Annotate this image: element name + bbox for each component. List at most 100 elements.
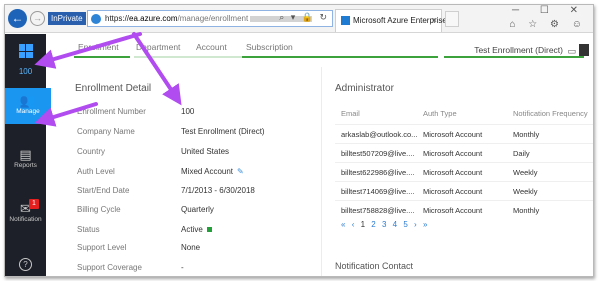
status-text: Active xyxy=(181,225,203,234)
next-page-button[interactable]: › xyxy=(414,220,417,229)
detail-label: Company Name xyxy=(77,127,135,136)
detail-value: None xyxy=(181,243,201,252)
browser-tool-icons[interactable]: ⌂ ☆ ⚙ ☺ xyxy=(509,19,587,30)
enrollment-detail-title: Enrollment Detail xyxy=(75,83,152,94)
browser-tab[interactable]: Microsoft Azure Enterprise ... × xyxy=(335,9,456,32)
detail-label: Country xyxy=(77,147,106,156)
detail-value-auth: Mixed Account ✎ xyxy=(181,167,244,176)
user-icon[interactable] xyxy=(579,44,589,56)
tab-enrollment[interactable]: Enrollment xyxy=(78,42,119,52)
table-row[interactable]: billtest507209@live.... Microsoft Account… xyxy=(335,143,593,161)
table-row[interactable]: billtest622986@live.... Microsoft Account… xyxy=(335,162,593,180)
page-4[interactable]: 4 xyxy=(393,220,397,229)
cell-frequency: Monthly xyxy=(513,206,540,215)
tab-close-icon[interactable]: × xyxy=(432,15,437,25)
forward-button[interactable]: → xyxy=(30,11,45,26)
nav-help[interactable]: ? xyxy=(5,258,46,276)
back-button[interactable]: ← xyxy=(8,9,27,28)
detail-label: Auth Level xyxy=(77,167,115,176)
status-active-icon xyxy=(206,227,212,233)
nav-notification-label: Notification xyxy=(9,216,42,223)
cell-email: billtest714069@live.... xyxy=(341,187,415,196)
url-scheme: https:// xyxy=(105,14,130,23)
page-5[interactable]: 5 xyxy=(403,220,407,229)
first-page-button[interactable]: « xyxy=(341,220,345,229)
address-bar[interactable]: https://ea.azure.com/manage/enrollment ⌕… xyxy=(87,10,333,27)
pencil-icon[interactable]: ✎ xyxy=(237,167,244,176)
cell-frequency: Daily xyxy=(513,149,530,158)
url-path: /manage/enrollment xyxy=(177,14,249,23)
envelope-icon: ✉ xyxy=(20,201,31,216)
col-email[interactable]: Email xyxy=(341,109,360,118)
cell-auth: Microsoft Account xyxy=(423,187,483,196)
pagination: « ‹ 1 2 3 4 5 › » xyxy=(341,220,431,229)
reports-icon: ▤ xyxy=(19,147,32,162)
people-icon: 👥 xyxy=(19,93,37,108)
tab-account[interactable]: Account xyxy=(196,42,227,52)
nav-reports[interactable]: ▤ Reports xyxy=(5,148,46,178)
detail-label: Enrollment Number xyxy=(77,107,146,116)
azure-tab-icon xyxy=(341,16,350,25)
detail-row: Auth Level Mixed Account ✎ xyxy=(77,167,317,179)
tab-department-underline xyxy=(134,56,204,58)
cell-email: billtest507209@live.... xyxy=(341,149,415,158)
detail-row: Start/End Date 7/1/2013 - 6/30/2018 xyxy=(77,186,317,198)
page-3[interactable]: 3 xyxy=(382,220,386,229)
nav-reports-label: Reports xyxy=(14,162,37,169)
ie-site-icon xyxy=(91,14,101,24)
detail-value: United States xyxy=(181,147,230,156)
tab-title: Microsoft Azure Enterprise ... xyxy=(353,16,456,25)
col-notification-frequency[interactable]: Notification Frequency xyxy=(513,109,588,118)
nav-notification[interactable]: ✉ 1 Notification xyxy=(5,199,46,232)
detail-row: Support Level None xyxy=(77,243,317,255)
tab-subscription[interactable]: Subscription xyxy=(246,42,293,52)
table-row[interactable]: billtest714069@live.... Microsoft Account… xyxy=(335,181,593,199)
tab-enrollment-underline xyxy=(74,56,130,58)
enrollment-selector[interactable]: Test Enrollment (Direct) xyxy=(474,45,563,55)
table-row[interactable]: arkaslab@outlook.co... Microsoft Account M… xyxy=(335,124,593,142)
tab-department[interactable]: Department xyxy=(136,42,180,52)
page-2[interactable]: 2 xyxy=(371,220,375,229)
detail-row: Billing Cycle Quarterly xyxy=(77,205,317,217)
detail-label: Support Coverage xyxy=(77,263,142,272)
detail-value: Test Enrollment (Direct) xyxy=(181,127,265,136)
cell-frequency: Weekly xyxy=(513,168,538,177)
col-auth-type[interactable]: Auth Type xyxy=(423,109,457,118)
detail-row: Country United States xyxy=(77,147,317,159)
address-bar-icons[interactable]: ⌕ ▾ 🔒 ↻ xyxy=(279,12,329,23)
top-tab-bar: Enrollment Department Account Subscripti… xyxy=(46,34,593,61)
cell-email: billtest622986@live.... xyxy=(341,168,415,177)
table-row[interactable]: billtest758828@live.... Microsoft Account… xyxy=(335,200,593,218)
detail-value: 7/1/2013 - 6/30/2018 xyxy=(181,186,255,195)
cell-auth: Microsoft Account xyxy=(423,130,483,139)
notification-contact-title: Notification Contact xyxy=(335,261,414,271)
nav-manage-label: Manage xyxy=(16,108,40,115)
prev-page-button[interactable]: ‹ xyxy=(352,220,355,229)
detail-value: 100 xyxy=(181,107,195,116)
detail-row: Support Coverage - xyxy=(77,263,317,275)
detail-label: Status xyxy=(77,225,100,234)
chat-icon[interactable]: ▭ xyxy=(567,46,576,57)
detail-value-status: Active xyxy=(181,225,212,234)
detail-row: Status Active xyxy=(77,225,317,237)
notification-badge: 1 xyxy=(29,199,39,209)
window-controls[interactable]: ─ ☐ ✕ xyxy=(512,5,587,16)
administrator-panel: Administrator Email Auth Type Notificati… xyxy=(335,69,593,276)
nav-home[interactable]: 100 xyxy=(5,38,46,82)
last-page-button[interactable]: » xyxy=(423,220,427,229)
enrollment-number-label: 100 xyxy=(18,67,33,76)
panel-divider xyxy=(321,67,322,276)
cell-auth: Microsoft Account xyxy=(423,206,483,215)
page-1[interactable]: 1 xyxy=(361,220,365,229)
cell-email: billtest758828@live.... xyxy=(341,206,415,215)
tab-subscription-underline xyxy=(242,56,438,58)
detail-label: Billing Cycle xyxy=(77,205,121,214)
url-host: ea.azure.com xyxy=(129,14,178,23)
detail-row: Enrollment Number 100 xyxy=(77,107,317,119)
left-nav: 100 👥 Manage ▤ Reports ✉ 1 Notification … xyxy=(5,34,51,276)
nav-manage[interactable]: 👥 Manage xyxy=(5,88,51,124)
windows-logo-icon xyxy=(18,44,33,58)
tab-account-underline xyxy=(204,56,242,58)
detail-value: Quarterly xyxy=(181,205,214,214)
new-tab-button[interactable] xyxy=(445,11,459,27)
